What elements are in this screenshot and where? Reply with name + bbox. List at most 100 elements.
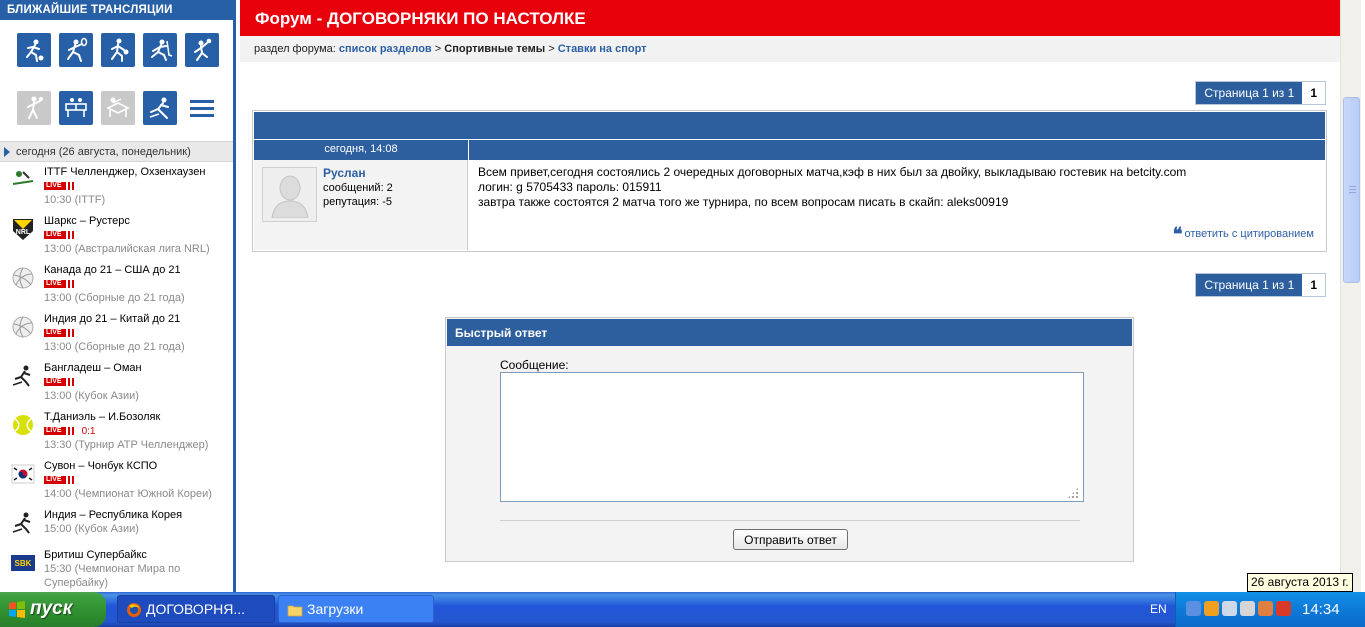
svg-text:SBK: SBK: [15, 559, 32, 568]
start-label: пуск: [30, 598, 73, 619]
page-number[interactable]: 1: [1302, 82, 1325, 104]
message-textarea[interactable]: [500, 372, 1084, 502]
author-post-count: сообщений: 2: [323, 182, 393, 194]
match-item[interactable]: Т.Даниэль – И.Бозоляк LIVE 0:1 13:30 (Турни…: [0, 407, 233, 456]
page-number[interactable]: 1: [1302, 274, 1325, 296]
handball-icon[interactable]: [17, 91, 51, 125]
post-body: Руслан сообщений: 2 репутация: -5 Всем п…: [254, 160, 1325, 250]
menu-icon[interactable]: [185, 91, 219, 125]
match-title: Сувон – Чонбук КСПО: [44, 460, 158, 472]
network-icon[interactable]: [1186, 601, 1201, 616]
breadcrumb-separator: >: [548, 43, 555, 55]
live-bars-icon: [63, 231, 76, 239]
live-bars-icon: [63, 182, 76, 190]
avatar[interactable]: [262, 167, 317, 222]
basketball-icon[interactable]: [101, 33, 135, 67]
grip-icon: [1349, 186, 1356, 195]
live-badge: LIVE: [44, 182, 64, 190]
post-meta-row: сегодня, 14:08: [254, 140, 1325, 160]
expand-arrow-icon: [4, 147, 10, 157]
volleyball-icon: [11, 266, 35, 290]
windows-taskbar: пуск ДОГОВОРНЯ... Загрузки EN 14:34: [0, 592, 1365, 627]
taskbar-item-downloads[interactable]: Загрузки: [278, 595, 434, 623]
match-title: Канада до 21 – США до 21: [44, 264, 181, 276]
program-tray-icon[interactable]: [1258, 601, 1273, 616]
match-title: Индия до 21 – Китай до 21: [44, 313, 181, 325]
match-item[interactable]: ITTF Челленджер, Охзенхаузен LIVE 10:30 (I…: [0, 162, 233, 211]
match-item[interactable]: Канада до 21 – США до 21 LIVE 13:00 (Сборн…: [0, 260, 233, 309]
app-tray-icon[interactable]: [1222, 601, 1237, 616]
match-time: 15:00 (Кубок Азии): [44, 523, 139, 535]
language-indicator[interactable]: EN: [1150, 602, 1167, 616]
forum-main: Форум - ДОГОВОРНЯКИ ПО НАСТОЛКЕ раздел ф…: [240, 0, 1340, 592]
quick-reply-title: Быстрый ответ: [447, 319, 1132, 346]
korea-flag-icon: [11, 462, 35, 486]
breadcrumb: раздел форума: список разделов > Спортив…: [240, 36, 1340, 62]
send-reply-button[interactable]: Отправить ответ: [733, 529, 848, 550]
post-meta-spacer: [469, 140, 1325, 160]
match-title: Шаркс – Рустерс: [44, 215, 130, 227]
sport-filter-grid: [0, 20, 233, 141]
connection-tray-icon[interactable]: [1240, 601, 1255, 616]
sidebar-date-row[interactable]: сегодня (26 августа, понедельник): [0, 141, 233, 162]
date-tooltip: 26 августа 2013 г.: [1247, 573, 1353, 592]
live-bars-icon: [63, 329, 76, 337]
author-reputation: репутация: -5: [323, 196, 393, 208]
volleyball-icon[interactable]: [185, 33, 219, 67]
quick-reply-panel: Быстрый ответ Сообщение: Отправить ответ: [445, 317, 1134, 562]
start-button[interactable]: пуск: [0, 592, 106, 627]
live-badge: LIVE: [44, 280, 64, 288]
author-name[interactable]: Руслан: [323, 166, 366, 180]
breadcrumb-link-betting[interactable]: Ставки на спорт: [558, 43, 647, 55]
match-item[interactable]: Сувон – Чонбук КСПО LIVE 14:00 (Чемпионат …: [0, 456, 233, 505]
match-item[interactable]: Бангладеш – Оман LIVE 13:00 (Кубок Азии): [0, 358, 233, 407]
match-time: 10:30 (ITTF): [44, 194, 106, 206]
live-indicator: LIVE: [44, 378, 76, 386]
page-scrollbar[interactable]: [1340, 0, 1361, 592]
user-silhouette-icon: [270, 175, 309, 218]
scrollbar-thumb[interactable]: [1343, 97, 1360, 283]
tennis-icon[interactable]: [59, 33, 93, 67]
match-title: Т.Даниэль – И.Бозоляк: [44, 411, 161, 423]
breadcrumb-current-sport-topics[interactable]: Спортивные темы: [444, 43, 545, 55]
taskbar-item-label: ДОГОВОРНЯ...: [146, 601, 246, 617]
match-title: Индия – Республика Корея: [44, 509, 183, 521]
match-item[interactable]: Индия до 21 – Китай до 21 LIVE 13:00 (Сбор…: [0, 309, 233, 358]
reply-with-quote-link[interactable]: ❝ ответить с цитированием: [1172, 223, 1314, 245]
match-item[interactable]: NRL Шаркс – Рустерс LIVE 13:00 (Австралийск…: [0, 211, 233, 260]
field-hockey-icon[interactable]: [143, 91, 177, 125]
volleyball-icon: [11, 315, 35, 339]
match-title: Бангладеш – Оман: [44, 362, 142, 374]
live-badge: LIVE: [44, 329, 64, 337]
firefox-icon: [127, 603, 141, 617]
breadcrumb-separator: >: [434, 43, 442, 55]
taskbar-clock[interactable]: 14:34: [1302, 601, 1340, 618]
live-badge: LIVE: [44, 476, 64, 484]
antivirus-tray-icon[interactable]: [1276, 601, 1291, 616]
message-line: Всем привет,сегодня состоялись 2 очередн…: [478, 165, 1187, 179]
match-time: 15:30 (Чемпионат Мира по Супербайку): [44, 563, 181, 589]
live-indicator: LIVE 0:1: [44, 427, 95, 437]
live-badge: LIVE: [44, 378, 64, 386]
football-icon[interactable]: [17, 33, 51, 67]
quote-icon: ❝: [1172, 223, 1183, 245]
browser-tray-icon[interactable]: [1204, 601, 1219, 616]
match-item[interactable]: SBK Бритиш Супербайкс 15:30 (Чемпионат Мир…: [0, 545, 233, 592]
message-label: Сообщение:: [500, 358, 569, 372]
field-hockey-icon: [11, 511, 35, 535]
table-tennis-icon[interactable]: [59, 91, 93, 125]
live-indicator: LIVE: [44, 329, 76, 337]
match-time: 14:00 (Чемпионат Южной Кореи): [44, 488, 212, 500]
post-header-bar: [254, 112, 1325, 139]
page-info: Страница 1 из 1: [1196, 82, 1303, 104]
billiards-icon[interactable]: [101, 91, 135, 125]
hockey-icon[interactable]: [143, 33, 177, 67]
taskbar-item-browser[interactable]: ДОГОВОРНЯ...: [117, 595, 275, 623]
divider: [500, 520, 1080, 521]
sbk-logo-icon: SBK: [11, 551, 35, 575]
match-item[interactable]: Индия – Республика Корея 15:00 (Кубок Ази…: [0, 505, 233, 545]
live-badge: LIVE: [44, 427, 64, 435]
live-bars-icon: [63, 476, 76, 484]
match-time: 13:00 (Сборные до 21 года): [44, 341, 185, 353]
breadcrumb-link-sections[interactable]: список разделов: [339, 43, 432, 55]
